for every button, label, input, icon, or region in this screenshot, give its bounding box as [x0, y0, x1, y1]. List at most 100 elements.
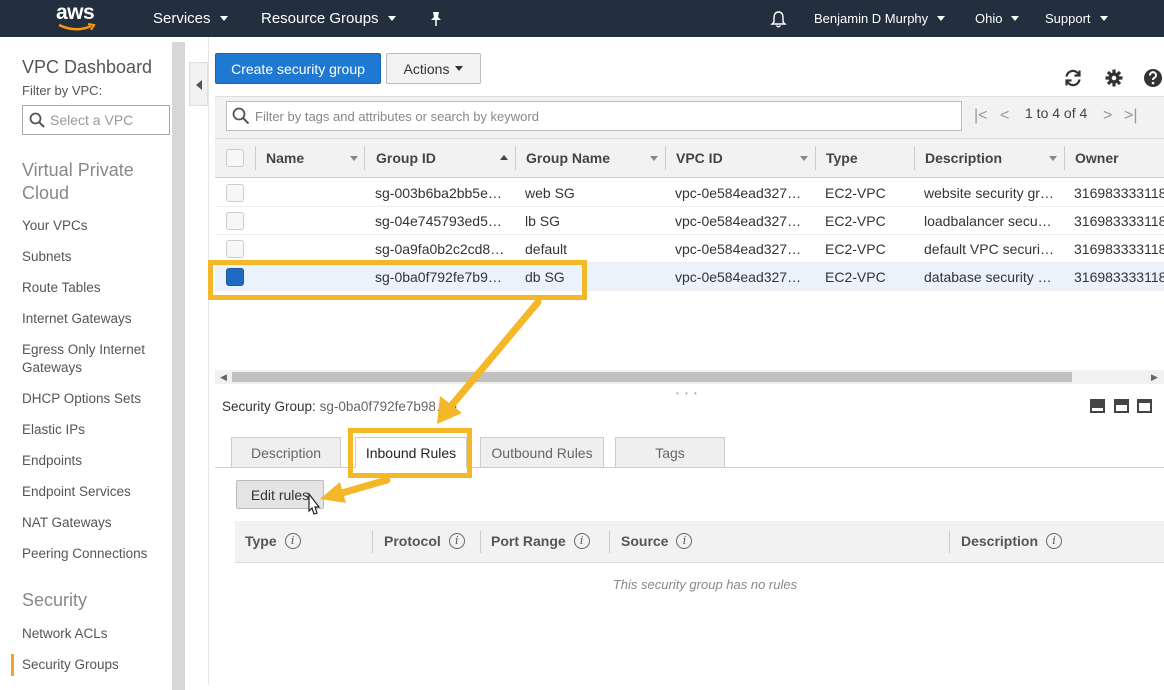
column-header-vpc-id[interactable]: VPC ID	[676, 150, 723, 166]
column-separator	[665, 146, 666, 170]
column-header-owner[interactable]: Owner	[1075, 150, 1119, 166]
sidebar-item-endpoints[interactable]: Endpoints	[22, 452, 82, 470]
sort-ascending-icon[interactable]	[500, 155, 508, 160]
column-header-type[interactable]: Type	[826, 150, 858, 166]
sidebar-title[interactable]: VPC Dashboard	[22, 57, 152, 78]
chevron-down-icon	[937, 16, 946, 21]
security-group-id-value: sg-0ba0f792fe7b98…b	[319, 399, 457, 414]
vpc-filter-select[interactable]: Select a VPC	[22, 105, 170, 135]
cell-owner: 3169833331188	[1074, 185, 1164, 201]
tab-tags[interactable]: Tags	[615, 437, 725, 468]
sidebar-item-elastic-ips[interactable]: Elastic IPs	[22, 421, 85, 439]
info-icon[interactable]: i	[676, 533, 693, 549]
info-icon[interactable]: i	[1046, 533, 1063, 549]
prev-page-icon[interactable]: <	[1000, 107, 1009, 125]
sidebar-item-dhcp-options-sets[interactable]: DHCP Options Sets	[22, 390, 141, 408]
column-header-name[interactable]: Name	[266, 150, 304, 166]
scrollbar-thumb[interactable]	[232, 372, 1072, 382]
resize-handle[interactable]: • • •	[676, 389, 699, 398]
scroll-right-icon[interactable]: ▶	[1151, 370, 1158, 384]
refresh-icon[interactable]	[1063, 68, 1083, 88]
row-checkbox[interactable]	[226, 212, 244, 230]
cell-type: EC2-VPC	[825, 185, 886, 201]
cell-vpc-id: vpc-0e584ead327…	[675, 185, 802, 201]
cell-type: EC2-VPC	[825, 213, 886, 229]
bell-icon[interactable]	[770, 0, 787, 37]
cell-group-name: lb SG	[525, 213, 561, 229]
sidebar-item-your-vpcs[interactable]: Your VPCs	[22, 217, 88, 235]
sidebar-item-internet-gateways[interactable]: Internet Gateways	[22, 310, 132, 328]
tab-outbound-rules[interactable]: Outbound Rules	[480, 437, 604, 468]
logo-text: aws	[56, 1, 95, 24]
cell-description: website security gr…	[924, 185, 1054, 201]
security-group-label-text: Security Group:	[222, 399, 316, 414]
tab-description[interactable]: Description	[231, 437, 341, 468]
edit-rules-button[interactable]: Edit rules	[236, 480, 324, 509]
actions-button[interactable]: Actions	[386, 53, 481, 84]
cell-group-id: sg-003b6ba2bb5e…	[375, 185, 502, 201]
cell-owner: 3169833331188	[1074, 269, 1164, 285]
main-divider	[208, 37, 209, 685]
user-menu[interactable]: Benjamin D Murphy	[814, 0, 946, 37]
info-icon[interactable]: i	[573, 533, 590, 549]
row-checkbox[interactable]	[226, 184, 244, 202]
column-header-group-name[interactable]: Group Name	[526, 150, 610, 166]
section-virtual-private-cloud: Virtual Private Cloud	[22, 160, 134, 203]
cell-type: EC2-VPC	[825, 241, 886, 257]
select-all-checkbox[interactable]	[226, 149, 244, 167]
cell-group-name: default	[525, 241, 568, 257]
column-header-description[interactable]: Description	[925, 150, 1002, 166]
pager-text: 1 to 4 of 4	[1025, 105, 1088, 121]
column-separator	[914, 146, 915, 170]
sidebar-item-egress-only-internet-gateways[interactable]: Egress Only Internet Gateways	[22, 341, 162, 377]
sidebar-item-nat-gateways[interactable]: NAT Gateways	[22, 514, 112, 532]
sort-icon[interactable]	[350, 156, 358, 161]
pin-icon[interactable]	[429, 0, 443, 37]
last-page-icon[interactable]: >|	[1124, 107, 1138, 125]
rules-column-port-range: Port Range i	[491, 533, 590, 549]
sidebar-item-subnets[interactable]: Subnets	[22, 248, 72, 266]
sidebar-item-network-acls[interactable]: Network ACLs	[22, 625, 108, 643]
region-menu[interactable]: Ohio	[975, 0, 1020, 37]
filter-by-vpc-label: Filter by VPC:	[22, 83, 103, 98]
row-checkbox[interactable]	[226, 240, 244, 258]
column-header-group-id[interactable]: Group ID	[376, 150, 436, 166]
highlight-selected-row	[208, 260, 587, 300]
layout-full-icon[interactable]	[1137, 399, 1152, 413]
next-page-icon[interactable]: >	[1103, 107, 1112, 125]
cell-type: EC2-VPC	[825, 269, 886, 285]
sidebar-item-route-tables[interactable]: Route Tables	[22, 279, 101, 297]
sort-icon[interactable]	[650, 156, 658, 161]
sidebar-item-endpoint-services[interactable]: Endpoint Services	[22, 483, 131, 501]
gear-icon[interactable]	[1104, 68, 1124, 88]
sort-icon[interactable]	[1049, 156, 1057, 161]
info-icon[interactable]: i	[284, 533, 301, 549]
first-page-icon[interactable]: |<	[974, 107, 988, 125]
sort-icon[interactable]	[800, 156, 808, 161]
help-icon[interactable]	[1143, 68, 1163, 88]
highlight-inbound-tab	[348, 428, 472, 478]
table-horizontal-scrollbar[interactable]: ◀ ▶	[215, 370, 1164, 384]
layout-split-icon[interactable]	[1114, 399, 1129, 413]
cell-group-id: sg-04e745793ed5…	[375, 213, 502, 229]
cell-vpc-id: vpc-0e584ead327…	[675, 241, 802, 257]
rules-column-port-range-label: Port Range	[491, 533, 566, 549]
layout-bottom-icon[interactable]	[1090, 399, 1105, 413]
resource-groups-menu[interactable]: Resource Groups	[261, 0, 396, 37]
active-item-marker	[11, 654, 14, 676]
sidebar-item-peering-connections[interactable]: Peering Connections	[22, 545, 147, 563]
column-separator	[1064, 146, 1065, 170]
aws-logo[interactable]: aws	[56, 1, 100, 33]
cell-description: database security …	[924, 269, 1052, 285]
create-security-group-button[interactable]: Create security group	[215, 53, 381, 84]
info-icon[interactable]: i	[448, 533, 465, 549]
collapse-sidebar-button[interactable]	[189, 62, 208, 106]
cell-owner: 3169833331188	[1074, 241, 1164, 257]
services-menu[interactable]: Services	[153, 0, 228, 37]
support-menu[interactable]: Support	[1045, 0, 1108, 37]
search-input[interactable]: Filter by tags and attributes or search …	[226, 101, 962, 131]
sidebar-item-security-groups[interactable]: Security Groups	[22, 656, 119, 674]
scroll-left-icon[interactable]: ◀	[220, 370, 227, 384]
sidebar-scrollbar[interactable]	[172, 42, 185, 690]
rules-column-source: Source i	[621, 533, 693, 549]
